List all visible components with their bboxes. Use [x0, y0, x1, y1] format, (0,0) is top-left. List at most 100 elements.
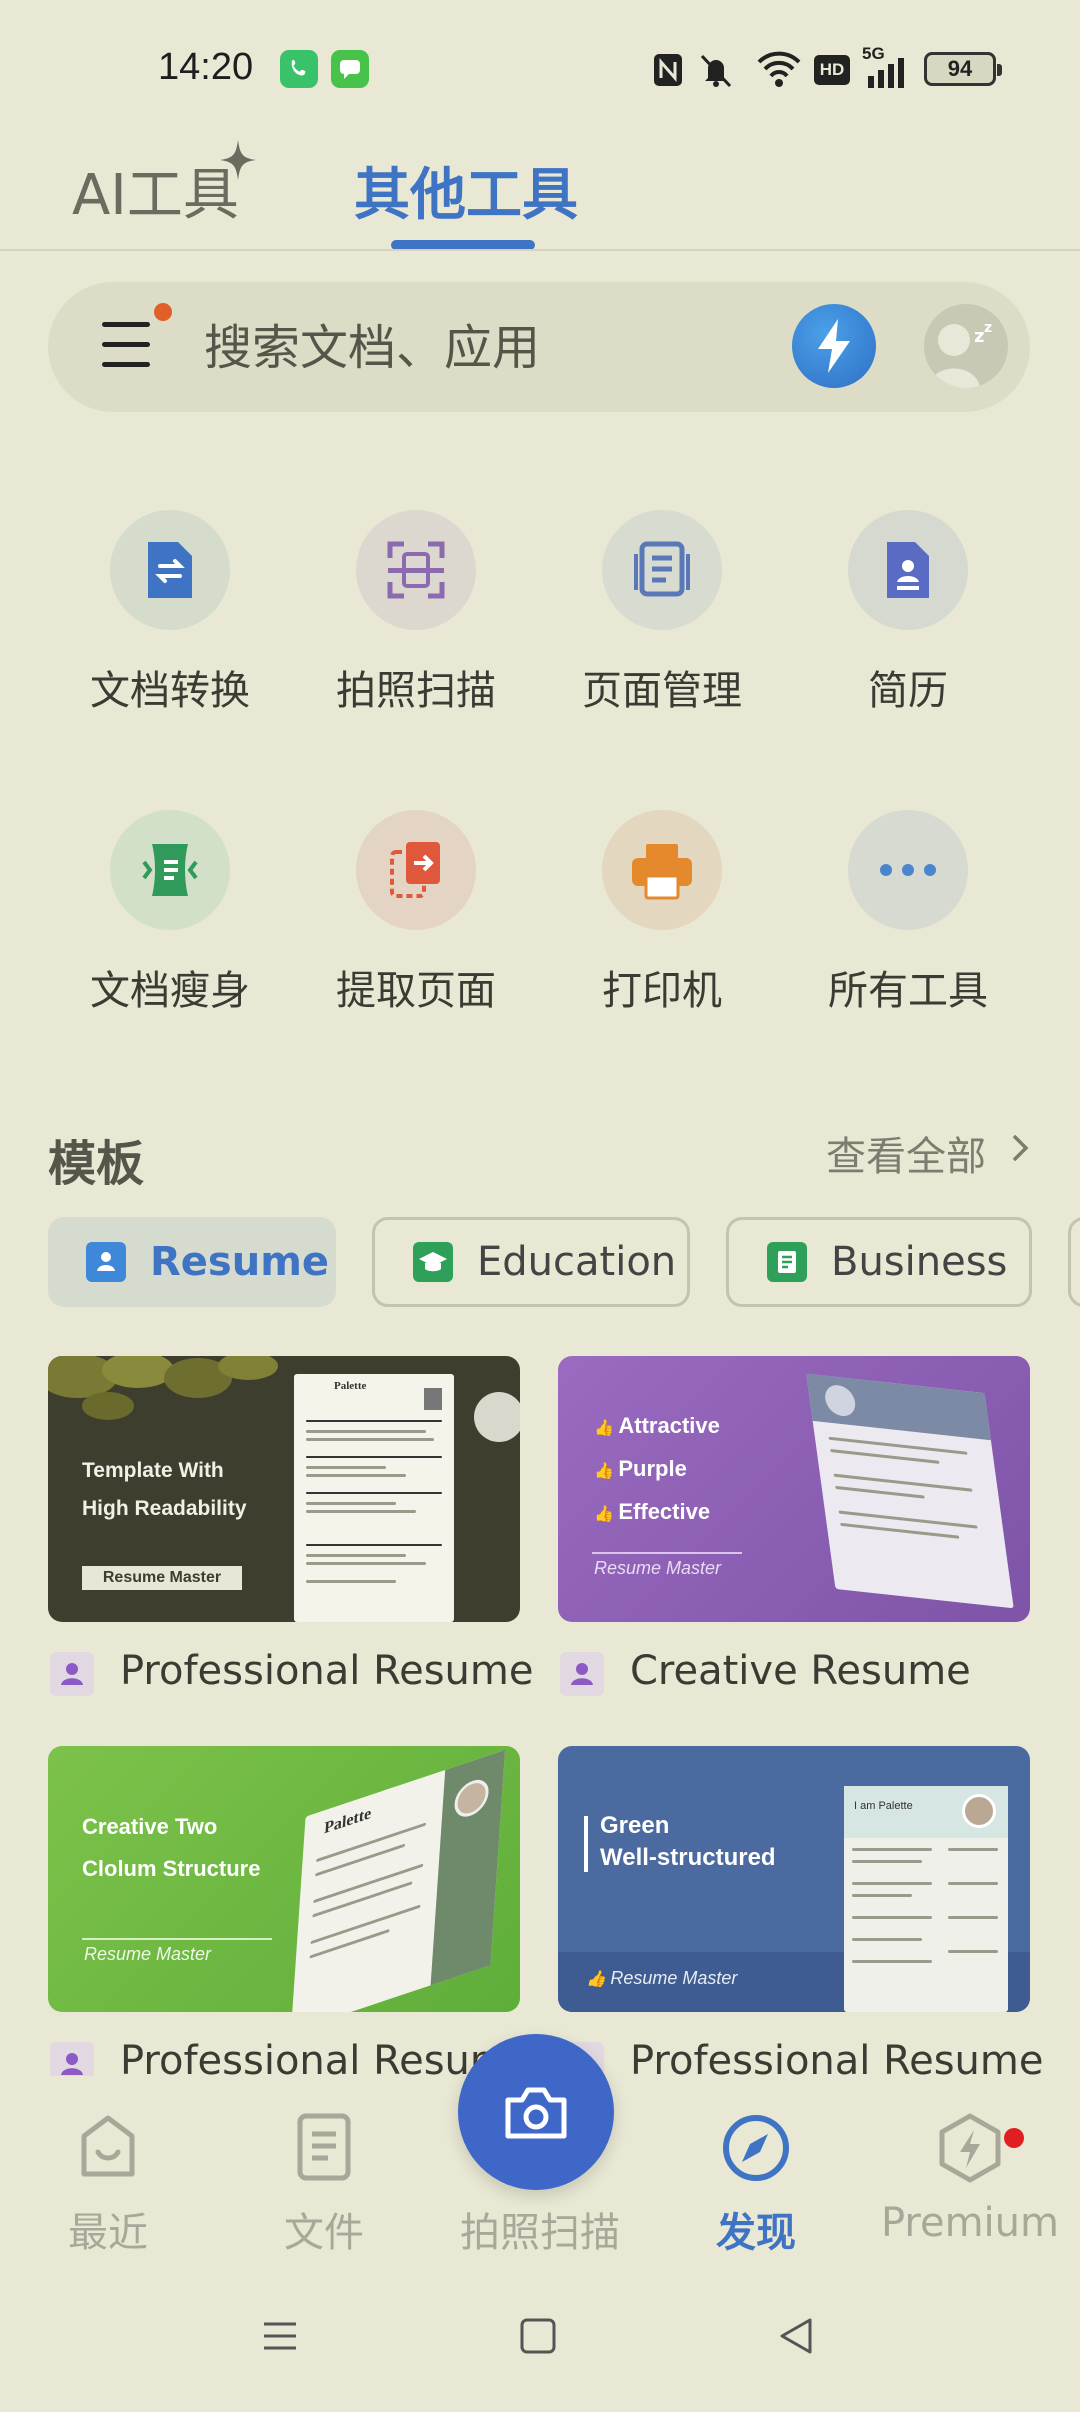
- card-badge: Resume Master: [84, 1944, 212, 1964]
- doc-name: Palette: [334, 1380, 367, 1392]
- tab-other-tools[interactable]: 其他工具: [354, 150, 578, 231]
- doc-convert-icon: [110, 510, 230, 630]
- recent-icon: [81, 2115, 135, 2177]
- card-caption: Green: [600, 1812, 670, 1839]
- template-card-thumbnail[interactable]: Template With High Readability Resume Ma…: [48, 1356, 520, 1622]
- thumbs-up-icon: 👍: [594, 1506, 619, 1523]
- chip-label: Education: [477, 1239, 677, 1285]
- tool-resume[interactable]: 简历: [798, 510, 1018, 730]
- thumbs-up-icon: 👍: [586, 1971, 611, 1988]
- tool-label: 文档瘦身: [90, 968, 250, 1014]
- card-badge: Resume Master: [610, 1968, 738, 1988]
- category-chip-overflow[interactable]: [1068, 1217, 1080, 1307]
- resume-preview: I am Palette: [844, 1786, 1008, 2012]
- category-chip-resume[interactable]: Resume: [48, 1217, 336, 1307]
- card-caption: Template With: [82, 1459, 224, 1482]
- mute-icon: [696, 50, 736, 94]
- chevron-right-icon[interactable]: [1010, 1132, 1030, 1168]
- tool-page-manage[interactable]: 页面管理: [552, 510, 772, 730]
- tool-scan[interactable]: 拍照扫描: [306, 510, 526, 730]
- nav-discover[interactable]: 发现: [656, 2112, 856, 2262]
- nav-label: 文件: [284, 2210, 364, 2256]
- notification-dot: [154, 303, 172, 321]
- extract-page-icon: [356, 810, 476, 930]
- leaves-decoration: [48, 1356, 278, 1420]
- nfc-icon: [652, 52, 684, 92]
- card-caption: Effective: [618, 1499, 711, 1524]
- tab-ai-tools[interactable]: AI工具: [72, 150, 239, 231]
- resume-icon: [848, 510, 968, 630]
- template-title[interactable]: Creative Resume: [630, 1648, 971, 1694]
- signal-icon: [864, 56, 914, 92]
- tool-label: 页面管理: [582, 668, 742, 714]
- scan-icon: [356, 510, 476, 630]
- battery-indicator: 94: [924, 52, 1002, 86]
- resume-chip-icon: [86, 1242, 126, 1282]
- page-manage-icon: [602, 510, 722, 630]
- nav-label: 拍照扫描: [460, 2210, 620, 2256]
- tool-all-tools[interactable]: 所有工具: [798, 810, 1018, 1030]
- template-card-thumbnail[interactable]: 👍 Attractive 👍 Purple 👍 Effective Resume…: [558, 1356, 1030, 1622]
- nav-premium[interactable]: Premium: [870, 2112, 1070, 2262]
- premium-notification-dot: [1004, 2128, 1024, 2148]
- tool-label: 拍照扫描: [336, 668, 496, 714]
- avatar[interactable]: zz: [924, 304, 1008, 388]
- template-card-thumbnail[interactable]: Green Well-structured 👍 Resume Master I …: [558, 1746, 1030, 2012]
- graduation-cap-icon: [413, 1242, 453, 1282]
- template-card-thumbnail[interactable]: Creative Two Clolum Structure Resume Mas…: [48, 1746, 520, 2012]
- menu-gesture-icon[interactable]: [262, 2318, 298, 2358]
- tool-doc-slim[interactable]: 文档瘦身: [60, 810, 280, 1030]
- card-caption: High Readability: [82, 1497, 247, 1520]
- templates-title: 模板: [48, 1136, 145, 1192]
- tool-label: 提取页面: [336, 968, 496, 1014]
- business-icon: [767, 1242, 807, 1282]
- resume-preview: Palette: [294, 1374, 454, 1622]
- file-icon: [297, 2113, 351, 2181]
- message-icon: [331, 50, 369, 88]
- person-icon: [560, 1652, 604, 1696]
- printer-icon: [602, 810, 722, 930]
- card-badge: Resume Master: [594, 1558, 722, 1578]
- tool-extract-page[interactable]: 提取页面: [306, 810, 526, 1030]
- decor-flower: [474, 1392, 520, 1442]
- tool-printer[interactable]: 打印机: [552, 810, 772, 1030]
- svg-text:z: z: [974, 326, 984, 347]
- home-gesture-icon[interactable]: [520, 2318, 556, 2358]
- camera-scan-button[interactable]: [458, 2034, 614, 2190]
- nav-recent[interactable]: 最近: [8, 2112, 208, 2262]
- nav-files[interactable]: 文件: [224, 2112, 424, 2262]
- tool-label: 文档转换: [90, 668, 250, 714]
- lightning-icon: [818, 319, 850, 373]
- template-title[interactable]: Professional Resume: [120, 1648, 533, 1694]
- sparkle-icon: [220, 140, 256, 184]
- phone-icon: [280, 50, 318, 88]
- tool-doc-convert[interactable]: 文档转换: [60, 510, 280, 730]
- premium-icon: [939, 2113, 1001, 2183]
- tool-label: 所有工具: [828, 968, 988, 1014]
- doc-name: I am Palette: [854, 1800, 913, 1812]
- svg-text:z: z: [984, 320, 992, 336]
- resume-preview: Palette: [290, 1749, 506, 2012]
- card-caption: Attractive: [618, 1413, 720, 1438]
- view-all-link[interactable]: 查看全部: [826, 1124, 986, 1182]
- divider: [0, 249, 1080, 251]
- card-caption: Creative Two: [82, 1814, 218, 1839]
- status-time: 14:20: [158, 46, 254, 88]
- category-chip-business[interactable]: Business: [726, 1217, 1032, 1307]
- person-icon: [50, 1652, 94, 1696]
- card-caption: Well-structured: [600, 1844, 776, 1871]
- chip-label: Business: [831, 1239, 1008, 1285]
- card-caption: Clolum Structure: [82, 1856, 261, 1881]
- thumbs-up-icon: 👍: [594, 1420, 619, 1437]
- back-gesture-icon[interactable]: [778, 2318, 814, 2358]
- menu-icon[interactable]: [102, 320, 152, 370]
- camera-icon: [505, 2087, 567, 2139]
- nav-label: Premium: [881, 2200, 1059, 2246]
- category-chip-education[interactable]: Education: [372, 1217, 690, 1307]
- search-input[interactable]: [204, 316, 764, 380]
- wifi-icon: [756, 50, 802, 92]
- doc-name: Palette: [323, 1804, 372, 1838]
- card-caption: Purple: [618, 1456, 687, 1481]
- flash-button[interactable]: [792, 304, 876, 388]
- chip-label: Resume: [150, 1239, 330, 1285]
